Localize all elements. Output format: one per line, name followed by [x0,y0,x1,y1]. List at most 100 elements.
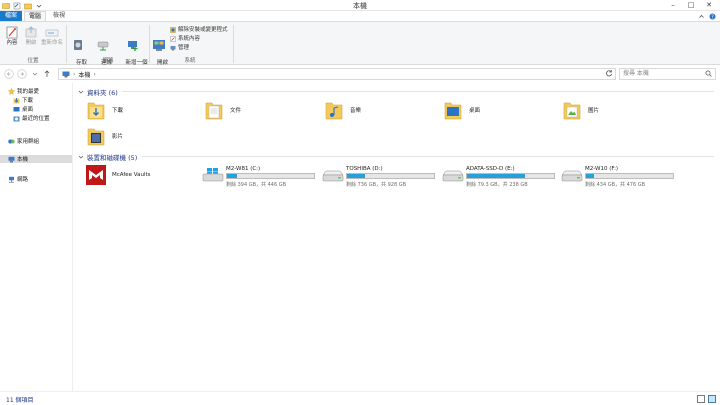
mcafee-vaults-icon [86,165,106,185]
nav-desktop[interactable]: 桌面 [13,105,33,113]
close-button[interactable]: ✕ [700,0,718,10]
svg-text:?: ? [711,14,714,20]
downloads-icon [13,97,20,103]
downloads-folder-icon [87,102,105,120]
drive-free-space: 剩餘 736 GB，共 928 GB [346,182,407,188]
group-label-system: 系統 [184,58,196,64]
folder-item-music[interactable]: 音樂 [324,99,361,121]
system-properties-button[interactable]: 系統內容 [170,35,200,43]
nav-homegroup[interactable]: 家用群組 [8,137,39,145]
open-button[interactable]: 開啟 [22,26,40,47]
drive-item-f[interactable]: M2-W10 (F:) 剩餘 434 GB，共 476 GB [561,166,676,188]
refresh-button[interactable] [605,69,613,79]
uninstall-programs-button[interactable]: 解除安裝或變更程式 [170,26,228,34]
collapse-ribbon-icon[interactable] [698,13,705,20]
item-count: 11 個項目 [6,397,34,404]
manage-button[interactable]: 管理 [170,44,189,52]
rename-icon [45,29,59,37]
hard-drive-icon [561,170,583,182]
folder-item-pictures[interactable]: 圖片 [562,99,599,121]
network-drive-icon [97,41,109,51]
group-label-location: 位置 [27,58,39,64]
search-icon [705,70,712,77]
rename-button[interactable]: 重新命名 [40,26,64,47]
tiles-view-button[interactable] [708,395,716,403]
open-icon [25,26,37,38]
drive-name: M2-W10 (F:) [585,166,619,172]
desktop-folder-icon [444,102,462,120]
folder-item-downloads[interactable]: 下載 [86,99,123,121]
breadcrumb-this-pc[interactable]: 本機 [78,70,90,79]
drive-item-c[interactable]: M2-W81 (C:) 剩餘 394 GB，共 446 GB [202,166,317,188]
properties-icon [6,26,18,39]
drive-item-e[interactable]: ADATA-SSD-D (E:) 剩餘 79.3 GB，共 238 GB [442,166,557,188]
up-arrow-icon [44,70,50,77]
windows-drive-icon [202,168,224,182]
device-item-mcafee-vaults[interactable]: McAfee Vaults [86,165,151,185]
breadcrumb-separator: › [93,70,96,78]
ribbon-right-controls: ? [698,11,716,21]
details-view-button[interactable] [697,395,705,403]
properties-button[interactable]: 內容 [3,26,21,47]
programs-icon [170,27,176,33]
tab-file[interactable]: 檔案 [0,11,22,21]
recent-locations-button[interactable] [30,69,40,79]
navigation-pane: 我的最愛 下載 桌面 最近的位置 家用群組 本機 網路 [0,83,73,391]
address-bar[interactable]: › 本機 › [58,68,616,80]
minimize-button[interactable]: – [664,0,682,10]
nav-downloads[interactable]: 下載 [13,96,33,104]
title-bar: 本機 – □ ✕ [0,0,720,11]
computer-icon [62,71,70,77]
computer-icon [8,156,15,162]
nav-network[interactable]: 網路 [8,175,28,183]
folder-item-documents[interactable]: 文件 [204,99,241,121]
network-location-icon [128,41,138,51]
drive-usage-fill [467,174,526,178]
drive-usage-fill [586,174,594,178]
forward-button[interactable] [17,69,27,79]
view-switcher [697,395,716,403]
drive-item-d[interactable]: TOSHIBA (D:) 剩餘 736 GB，共 928 GB [322,166,437,188]
drive-name: TOSHIBA (D:) [346,166,383,172]
drive-free-space: 剩餘 394 GB，共 446 GB [226,182,287,188]
up-button[interactable] [42,69,52,79]
nav-recent-places[interactable]: 最近的位置 [13,114,50,122]
folder-item-videos[interactable]: 影片 [86,125,123,147]
drive-name: ADATA-SSD-D (E:) [466,166,515,172]
folder-item-desktop[interactable]: 桌面 [443,99,480,121]
window-controls: – □ ✕ [664,0,718,10]
navigation-bar: › 本機 › 搜尋 本機 [0,65,720,83]
drive-usage-bar [585,173,674,179]
breadcrumb-separator: › [73,70,76,78]
window-title: 本機 [353,2,367,10]
pictures-folder-icon [563,102,581,120]
tab-view[interactable]: 檢視 [48,11,70,21]
drive-usage-bar [466,173,555,179]
drive-free-space: 剩餘 434 GB，共 476 GB [585,182,646,188]
system-properties-icon [170,36,176,42]
documents-folder-icon [205,102,223,120]
videos-folder-icon [87,128,105,146]
section-divider [122,91,714,92]
star-icon [8,87,15,95]
section-header-devices[interactable]: 裝置和磁碟機 (5) [78,152,137,162]
collapse-chevron-icon [78,90,84,94]
back-arrow-icon [4,69,14,79]
ribbon-tabs: 檔案 電腦 檢視 [0,11,720,21]
back-button[interactable] [4,69,14,79]
refresh-icon [606,70,612,77]
drive-free-space: 剩餘 79.3 GB，共 238 GB [466,182,528,188]
help-icon[interactable]: ? [709,13,716,20]
tab-computer[interactable]: 電腦 [24,11,46,21]
maximize-button[interactable]: □ [682,0,700,10]
content-pane: 資料夾 (6) 下載 文件 音樂 桌面 圖片 影片 裝置和磁碟機 (5) McA… [74,83,720,391]
desktop-icon [13,106,20,111]
drive-name: M2-W81 (C:) [226,166,261,172]
section-header-folders[interactable]: 資料夾 (6) [78,87,118,97]
control-panel-icon [153,40,165,51]
ribbon-separator [66,25,67,63]
search-box[interactable]: 搜尋 本機 [619,68,716,80]
drive-usage-bar [346,173,435,179]
nav-this-pc[interactable]: 本機 [0,155,72,163]
nav-favorites[interactable]: 我的最愛 [8,87,39,95]
